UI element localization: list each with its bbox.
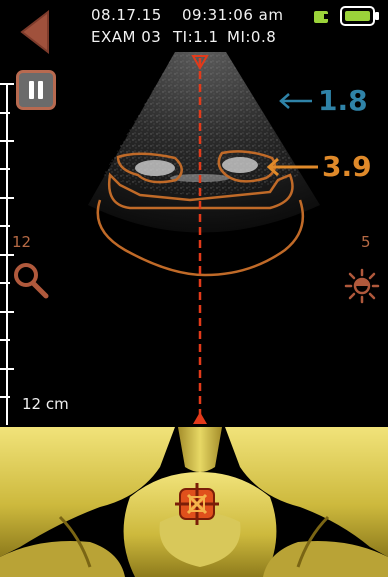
measurement-blue: 1.8 (318, 84, 368, 117)
target-icon (175, 483, 219, 525)
spine-3d-view (0, 425, 388, 577)
blue-arrow-icon (279, 93, 312, 109)
target-crosshair-button[interactable] (172, 481, 222, 527)
measurement-orange: 3.9 (322, 150, 372, 183)
bottom-marker-icon (193, 412, 207, 424)
ultrasound-view (88, 52, 320, 424)
